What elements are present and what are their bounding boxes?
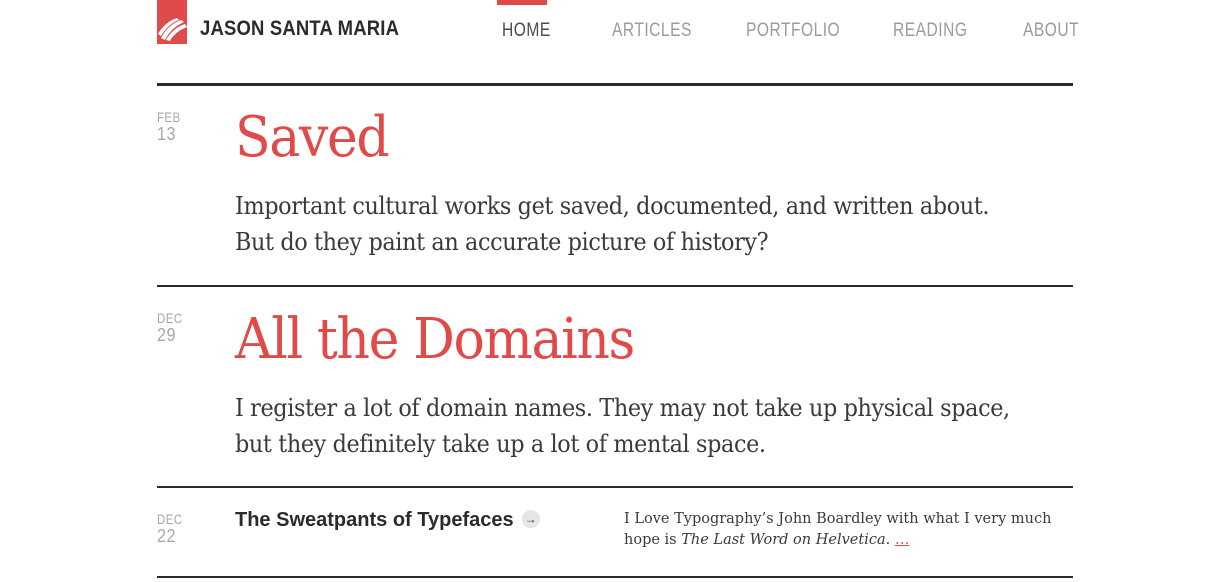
post-excerpt-line: Important cultural works get saved, docu…	[235, 192, 990, 220]
post-excerpt-line: But do they paint an accurate picture of…	[235, 228, 769, 256]
post-date: DEC 29	[157, 311, 188, 344]
nav-item-portfolio[interactable]: PORTFOLIO	[746, 20, 840, 42]
post-date-month: FEB	[157, 109, 181, 125]
link-post-excerpt-suffix: .	[885, 532, 891, 548]
nav-item-about[interactable]: ABOUT	[1023, 20, 1079, 42]
post-date: DEC 22	[157, 512, 188, 545]
nav-active-indicator	[497, 0, 547, 5]
nav-item-articles[interactable]: ARTICLES	[612, 20, 692, 42]
header-divider	[157, 83, 1073, 86]
post-date: FEB 13	[157, 110, 186, 143]
post-date-month: DEC	[157, 511, 183, 527]
post-divider	[157, 576, 1073, 578]
link-post-excerpt-italic: The Last Word on Helvetica	[681, 532, 886, 548]
post-date-day: 29	[157, 325, 176, 345]
post-excerpt: I register a lot of domain names. They m…	[235, 390, 1035, 462]
main-nav: HOME ARTICLES PORTFOLIO READING ABOUT	[157, 0, 1079, 60]
post-date-day: 22	[157, 526, 176, 546]
site: JASON SANTA MARIA HOME ARTICLES PORTFOLI…	[157, 0, 1079, 582]
post-title[interactable]: Saved	[235, 110, 390, 166]
nav-item-home[interactable]: HOME	[502, 20, 551, 42]
link-post-title-link[interactable]: The Sweatpants of Typefaces	[235, 509, 514, 531]
link-post-title: The Sweatpants of Typefaces →	[235, 509, 540, 532]
post-excerpt-line: but they definitely take up a lot of men…	[235, 430, 766, 458]
arrow-right-icon[interactable]: →	[521, 509, 540, 528]
post-divider	[157, 285, 1073, 287]
post-excerpt-line: I register a lot of domain names. They m…	[235, 394, 1010, 422]
post-date-day: 13	[157, 124, 176, 144]
link-post-excerpt: I Love Typography’s John Boardley with w…	[624, 509, 1073, 551]
post-divider	[157, 486, 1073, 488]
read-more-link[interactable]: …	[895, 532, 910, 548]
post-title[interactable]: All the Domains	[235, 312, 635, 368]
post-date-month: DEC	[157, 310, 183, 326]
nav-item-reading[interactable]: READING	[893, 20, 967, 42]
post-excerpt: Important cultural works get saved, docu…	[235, 188, 1035, 260]
